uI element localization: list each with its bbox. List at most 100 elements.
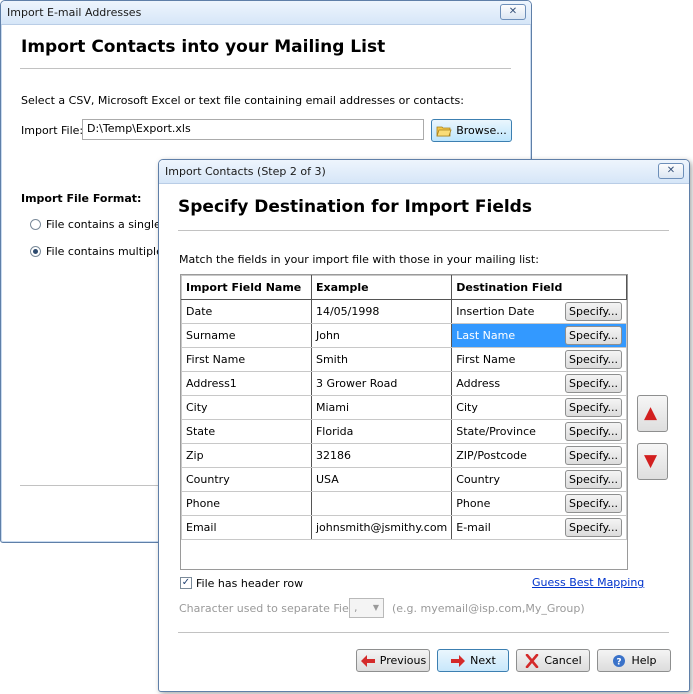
table-row[interactable]: State Florida State/Province Specify...: [181, 419, 627, 444]
import-field-cell: Surname: [181, 323, 312, 348]
dialog-titlebar: Import Contacts (Step 2 of 3) ✕: [159, 160, 689, 184]
import-email-titlebar: Import E-mail Addresses ✕: [1, 1, 531, 25]
example-cell: Miami: [310, 395, 453, 420]
specify-button[interactable]: Specify...: [565, 398, 622, 417]
column-header-destination: Destination Field: [451, 275, 627, 300]
destination-field-label: Address: [456, 377, 501, 390]
move-down-button[interactable]: ▼: [637, 443, 668, 480]
separator-value: ,: [354, 601, 358, 614]
import-field-cell: State: [181, 419, 312, 444]
table-row[interactable]: Surname John Last Name Specify...: [181, 323, 627, 348]
destination-field-label: E-mail: [456, 521, 491, 534]
move-up-button[interactable]: ▲: [637, 395, 668, 432]
example-cell: Florida: [310, 419, 453, 444]
destination-field-label: ZIP/Postcode: [456, 449, 527, 462]
previous-label: Previous: [379, 654, 427, 667]
help-button[interactable]: ? Help: [597, 649, 671, 672]
dialog-close-button[interactable]: ✕: [658, 163, 684, 179]
format-label: Import File Format:: [21, 192, 142, 205]
svg-text:?: ?: [617, 658, 622, 668]
specify-button[interactable]: Specify...: [565, 470, 622, 489]
destination-field-label: State/Province: [456, 425, 536, 438]
header-row-checkbox[interactable]: ✓: [180, 577, 192, 589]
cancel-button[interactable]: Cancel: [516, 649, 590, 672]
import-field-cell: Address1: [181, 371, 312, 396]
grid-body: Date 14/05/1998 Insertion Date Specify... Su…: [181, 299, 627, 540]
field-mapping-table: Import Field Name Example Destination Fi…: [181, 275, 627, 540]
example-cell: USA: [310, 467, 453, 492]
next-label: Next: [470, 654, 496, 667]
dialog-bottom-divider: [178, 632, 669, 633]
specify-button[interactable]: Specify...: [565, 302, 622, 321]
column-header-import-field: Import Field Name: [181, 275, 312, 300]
import-field-cell: Phone: [181, 491, 312, 516]
destination-field-label: Phone: [456, 497, 491, 510]
arrow-left-icon: [360, 655, 375, 667]
dialog-divider: [178, 230, 669, 231]
destination-field-label: City: [456, 401, 478, 414]
import-file-label: Import File:: [21, 124, 84, 137]
destination-cell[interactable]: E-mail Specify...: [451, 515, 627, 540]
field-mapping-grid: Import Field Name Example Destination Fi…: [180, 274, 628, 570]
chevron-down-icon: ▼: [372, 603, 379, 612]
destination-cell[interactable]: City Specify...: [451, 395, 627, 420]
destination-cell[interactable]: First Name Specify...: [451, 347, 627, 372]
import-email-title: Import E-mail Addresses: [7, 6, 142, 19]
import-field-cell: Email: [181, 515, 312, 540]
table-row[interactable]: Address1 3 Grower Road Address Specify...: [181, 371, 627, 396]
back-divider: [20, 68, 511, 69]
destination-field-label: Last Name: [456, 329, 516, 342]
separator-label: Character used to separate Fields:: [179, 602, 369, 615]
column-header-example: Example: [310, 275, 453, 300]
destination-field-label: Insertion Date: [456, 305, 535, 318]
dialog-title: Import Contacts (Step 2 of 3): [165, 165, 326, 178]
single-contact-radio[interactable]: [30, 219, 41, 230]
example-cell: johnsmith@jsmithy.com: [310, 515, 453, 540]
destination-cell[interactable]: Address Specify...: [451, 371, 627, 396]
separator-hint: (e.g. myemail@isp.com,My_Group): [392, 602, 585, 615]
multiple-contacts-radio[interactable]: [30, 246, 41, 257]
table-row[interactable]: Phone Phone Specify...: [181, 491, 627, 516]
specify-button[interactable]: Specify...: [565, 446, 622, 465]
specify-button[interactable]: Specify...: [565, 518, 622, 537]
import-field-cell: Date: [181, 299, 312, 324]
import-file-input[interactable]: D:\Temp\Export.xls: [82, 119, 424, 140]
table-row[interactable]: Email johnsmith@jsmithy.com E-mail Specify.…: [181, 515, 627, 540]
example-cell: 14/05/1998: [310, 299, 453, 324]
arrow-up-icon: ▲: [644, 403, 658, 423]
import-field-cell: Country: [181, 467, 312, 492]
table-row[interactable]: City Miami City Specify...: [181, 395, 627, 420]
browse-button[interactable]: Browse...: [431, 119, 512, 142]
help-label: Help: [631, 654, 657, 667]
import-field-cell: City: [181, 395, 312, 420]
destination-cell[interactable]: Country Specify...: [451, 467, 627, 492]
specify-button[interactable]: Specify...: [565, 374, 622, 393]
specify-button[interactable]: Specify...: [565, 494, 622, 513]
table-row[interactable]: Zip 32186 ZIP/Postcode Specify...: [181, 443, 627, 468]
import-field-cell: Zip: [181, 443, 312, 468]
destination-field-label: Country: [456, 473, 500, 486]
destination-cell[interactable]: ZIP/Postcode Specify...: [451, 443, 627, 468]
table-row[interactable]: Date 14/05/1998 Insertion Date Specify...: [181, 299, 627, 324]
destination-cell[interactable]: Phone Specify...: [451, 491, 627, 516]
destination-cell[interactable]: State/Province Specify...: [451, 419, 627, 444]
specify-button[interactable]: Specify...: [565, 326, 622, 345]
previous-button[interactable]: Previous: [356, 649, 430, 672]
close-icon: [526, 654, 539, 668]
destination-cell[interactable]: Last Name Specify...: [451, 323, 627, 348]
header-row-label: File has header row: [196, 577, 304, 590]
import-field-cell: First Name: [181, 347, 312, 372]
import-email-close-button[interactable]: ✕: [500, 4, 526, 20]
specify-button[interactable]: Specify...: [565, 422, 622, 441]
dialog-heading: Specify Destination for Import Fields: [178, 197, 532, 217]
guess-mapping-link[interactable]: Guess Best Mapping: [532, 576, 644, 589]
arrow-down-icon: ▼: [644, 451, 658, 471]
table-row[interactable]: Country USA Country Specify...: [181, 467, 627, 492]
help-icon: ?: [613, 655, 626, 668]
back-heading: Import Contacts into your Mailing List: [21, 37, 386, 57]
next-button[interactable]: Next: [437, 649, 509, 672]
destination-cell[interactable]: Insertion Date Specify...: [451, 299, 627, 324]
separator-select[interactable]: , ▼: [349, 598, 384, 618]
table-row[interactable]: First Name Smith First Name Specify...: [181, 347, 627, 372]
specify-button[interactable]: Specify...: [565, 350, 622, 369]
